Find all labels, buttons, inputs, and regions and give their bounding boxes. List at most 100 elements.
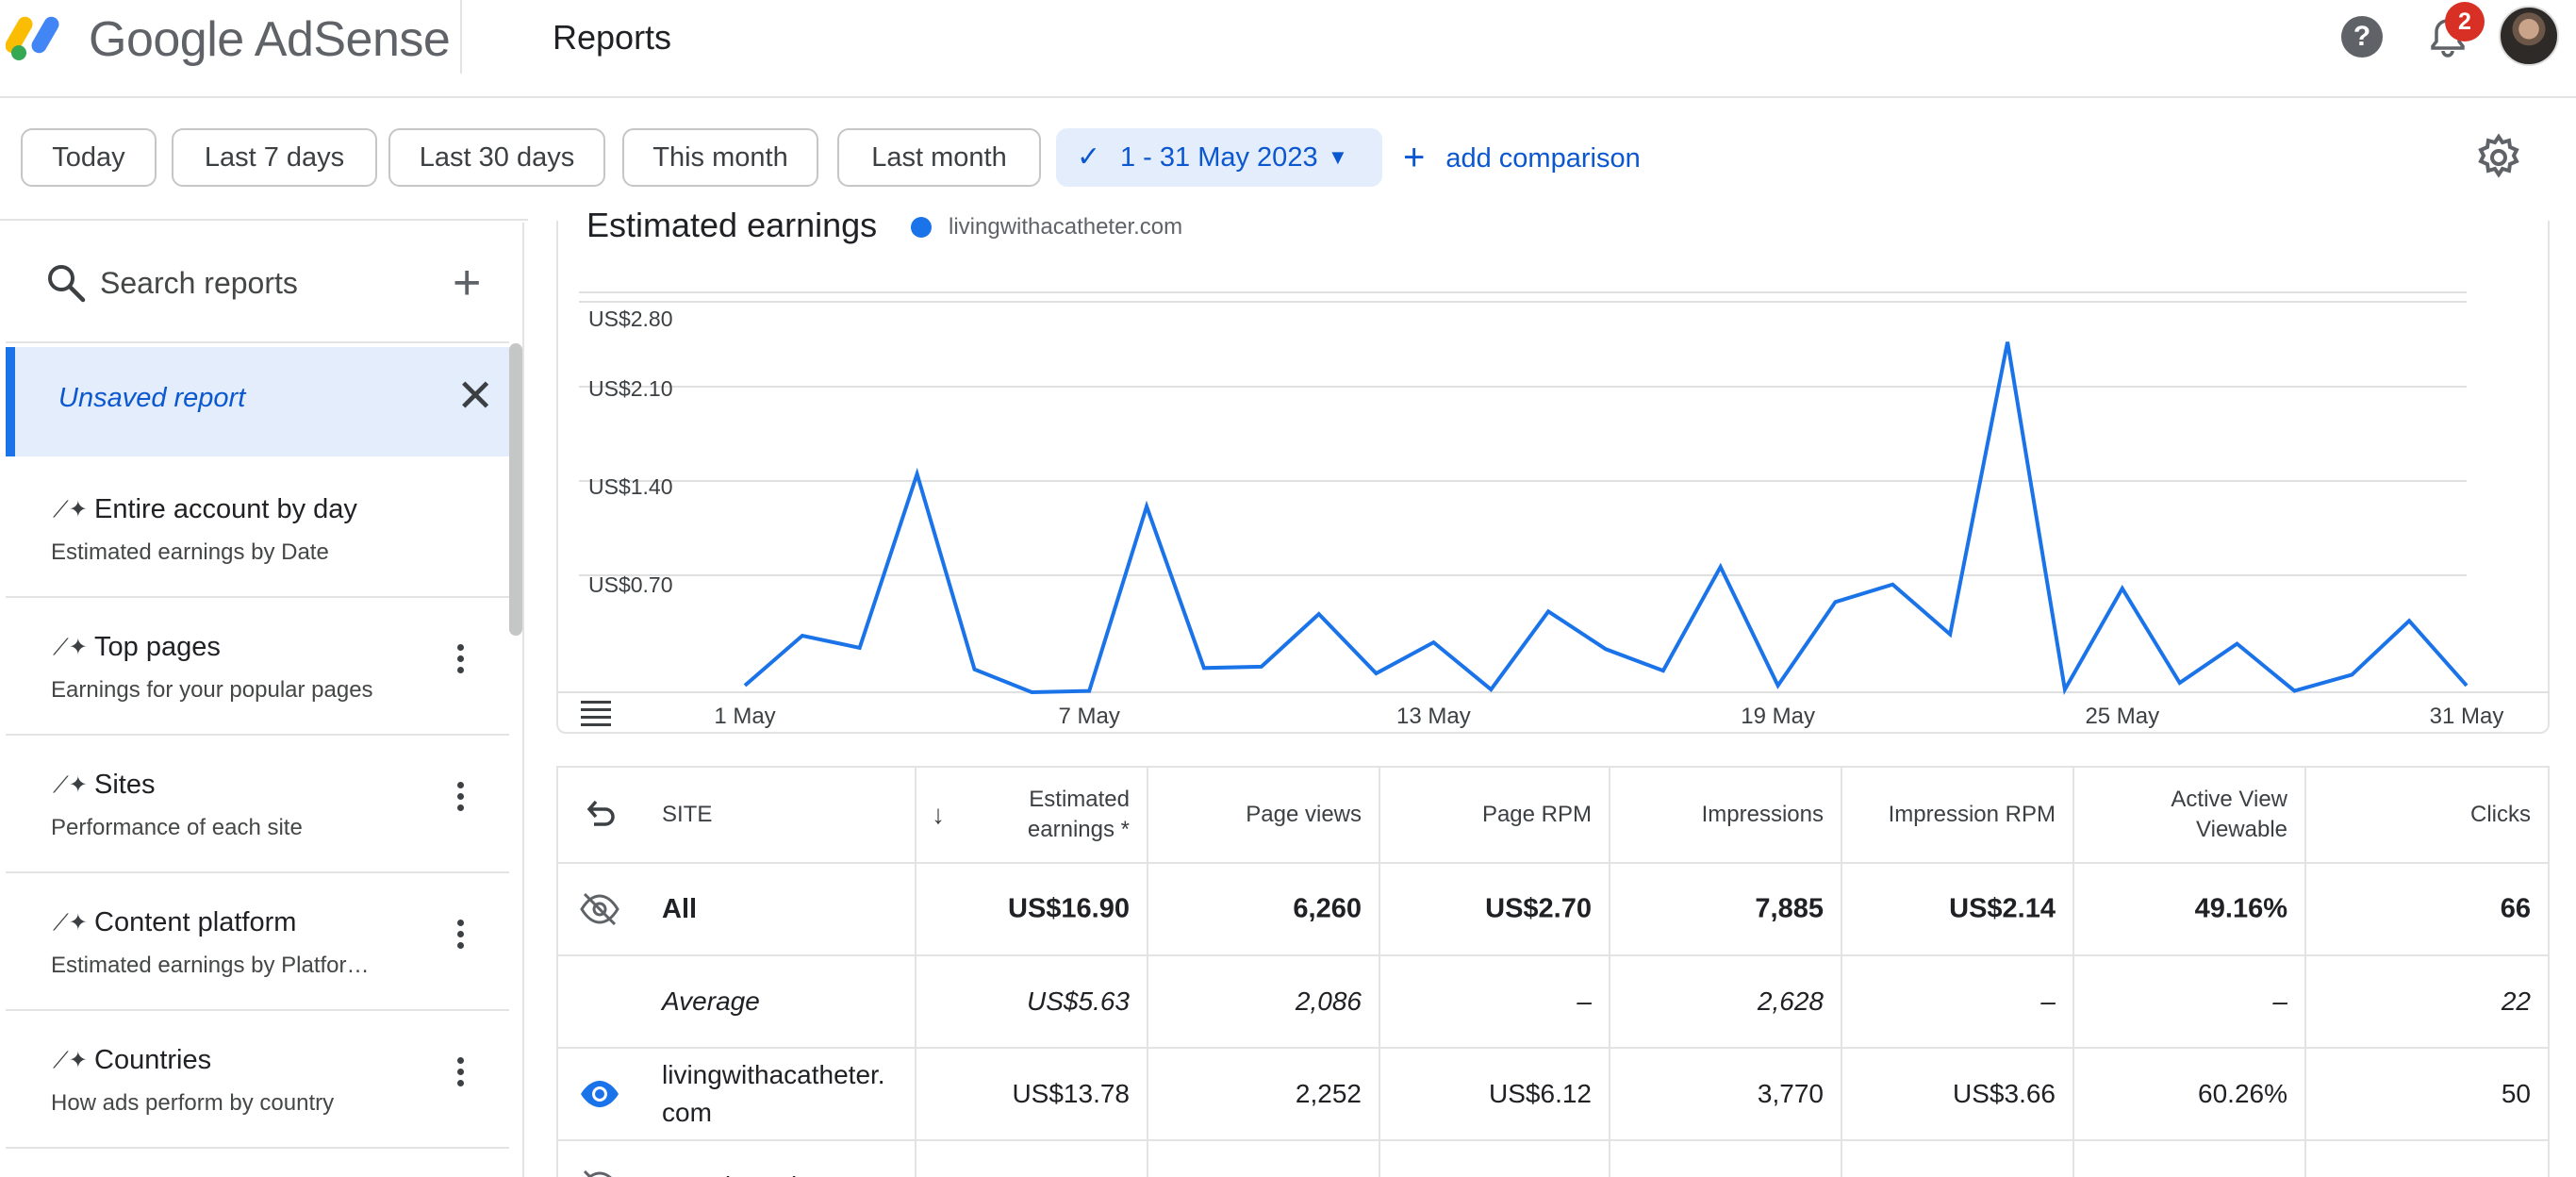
data-point[interactable] [1428,637,1439,648]
y-tick-label: US$2.80 [588,307,673,331]
data-point[interactable] [1485,684,1496,695]
table-cell: livingwithacatheter.com [558,1049,916,1139]
chip-this-month[interactable]: This month [622,128,818,187]
column-header-label: Impression RPM [1888,802,2056,827]
sidebar-scrollbar[interactable] [509,343,522,636]
user-avatar[interactable] [2499,6,2559,66]
data-point[interactable] [1371,668,1382,679]
table-cell: 7,885 [1610,864,1842,954]
sort-down-arrow-icon[interactable]: ↓ [932,800,945,830]
visibility-off-icon[interactable] [579,888,620,930]
column-header[interactable]: ↓ Estimated earnings * [916,768,1148,862]
report-item-title: Content platform [94,907,297,937]
data-point[interactable] [1829,596,1841,607]
column-header[interactable]: Page RPM [1380,768,1610,862]
close-icon[interactable]: ✕ [456,370,494,423]
table-cell: 14 [2306,1141,2548,1177]
column-header[interactable]: Page views [1148,768,1380,862]
data-point[interactable] [1658,665,1669,676]
column-header[interactable]: SITE [558,768,916,862]
data-point[interactable] [2174,677,2186,688]
check-icon: ✓ [1077,141,1101,173]
chip-last-7-days[interactable]: Last 7 days [172,128,377,187]
add-comparison-label: add comparison [1445,143,1641,174]
data-point[interactable] [1773,680,1784,691]
data-point[interactable] [2232,638,2243,650]
more-vert-icon[interactable] [453,639,468,685]
table-cell: 3,770 [1610,1049,1842,1139]
cell-value: 50 [2501,1079,2531,1108]
sidebar-item-top-pages[interactable]: ⟋✦ Top pages Earnings for your popular p… [6,598,509,736]
data-point[interactable] [1141,501,1152,512]
data-point[interactable] [2461,680,2472,691]
data-point[interactable] [2346,669,2357,680]
sidebar-item-unsaved-report[interactable]: Unsaved report ✕ [6,347,509,456]
table-row[interactable]: Average US$5.63 2,086 – 2,628 – – 22 [558,956,2548,1049]
sidebar-item-countries[interactable]: ⟋✦ Countries How ads perform by country [6,1011,509,1149]
column-header-label: Page views [1246,802,1362,827]
table-row[interactable]: www.homebrewau US$2.111,005US$2.701,111US… [558,1141,2548,1177]
data-point[interactable] [2288,686,2300,697]
more-vert-icon[interactable] [453,915,468,960]
table-cell: 2,628 [1610,956,1842,1047]
cell-value: – [1577,986,1592,1016]
table-row[interactable]: livingwithacatheter.com US$13.78 2,252 US$6… [558,1049,2548,1141]
data-point[interactable] [797,630,808,641]
help-icon[interactable]: ? [2341,16,2383,58]
cell-value: – [2272,986,2287,1016]
adsense-logo-icon[interactable] [6,9,72,62]
x-tick-label: 1 May [714,704,775,729]
table-row[interactable]: All US$16.90 6,260 US$2.70 7,885 US$2.14 49.16… [558,864,2548,956]
column-header[interactable]: Impressions [1610,768,1842,862]
chip-date-range-selected[interactable]: ✓ 1 - 31 May 2023 ▼ [1056,128,1382,187]
column-header-label: Page RPM [1481,802,1592,827]
brand-name[interactable]: Google AdSense [89,6,451,74]
data-point[interactable] [2403,615,2415,626]
add-comparison-button[interactable]: + add comparison [1403,128,1641,187]
cell-value: 7,885 [1755,893,1824,924]
chart-menu-lines-icon[interactable] [581,701,611,727]
data-point[interactable] [1944,629,1956,640]
page-title: Reports [553,18,672,57]
data-point[interactable] [1198,662,1210,673]
settings-gear-icon[interactable] [2474,133,2523,182]
sidebar-item-entire-account-by-day[interactable]: ⟋✦ Entire account by day Estimated earni… [6,460,509,598]
data-point[interactable] [1715,561,1726,572]
data-point[interactable] [968,664,980,675]
data-point[interactable] [1313,608,1325,620]
more-vert-icon[interactable] [453,1053,468,1098]
data-point[interactable] [2117,583,2128,594]
data-point[interactable] [1887,579,1898,590]
visibility-icon[interactable] [579,1073,620,1115]
sidebar-content: + Unsaved report ✕ ⟋✦ Entire account by … [6,223,509,1177]
cell-value: 6,260 [1293,893,1362,924]
data-point[interactable] [854,642,866,654]
search-reports-input[interactable] [100,258,411,307]
data-point[interactable] [1083,686,1095,697]
chip-today[interactable]: Today [21,128,157,187]
series-line-livingwithacatheter[interactable] [743,341,2469,695]
data-point[interactable] [1543,605,1554,617]
data-point[interactable] [739,680,751,691]
more-vert-icon[interactable] [453,777,468,822]
visibility-off-icon[interactable] [579,1166,620,1177]
column-header[interactable]: Active View Viewable [2074,768,2306,862]
undo-icon[interactable] [583,798,617,832]
data-point[interactable] [1256,661,1267,672]
data-point[interactable] [1600,643,1611,655]
chip-last-month[interactable]: Last month [837,128,1041,187]
table-cell: 36.72% [2074,1141,2306,1177]
new-report-plus-icon[interactable]: + [453,255,481,311]
chip-last-30-days[interactable]: Last 30 days [388,128,605,187]
cell-value: – [2040,986,2056,1016]
sidebar-item-sites[interactable]: ⟋✦ Sites Performance of each site [6,736,509,873]
column-header[interactable]: Impression RPM [1842,768,2074,862]
cell-value: US$2.70 [1485,893,1592,924]
data-point[interactable] [2002,337,2013,348]
data-point[interactable] [1026,687,1037,698]
cell-value: US$16.90 [1008,893,1130,924]
data-point[interactable] [912,469,923,480]
sidebar-item-content-platform[interactable]: ⟋✦ Content platform Estimated earnings b… [6,873,509,1011]
column-header[interactable]: Clicks [2306,768,2548,862]
data-point[interactable] [2059,684,2071,695]
